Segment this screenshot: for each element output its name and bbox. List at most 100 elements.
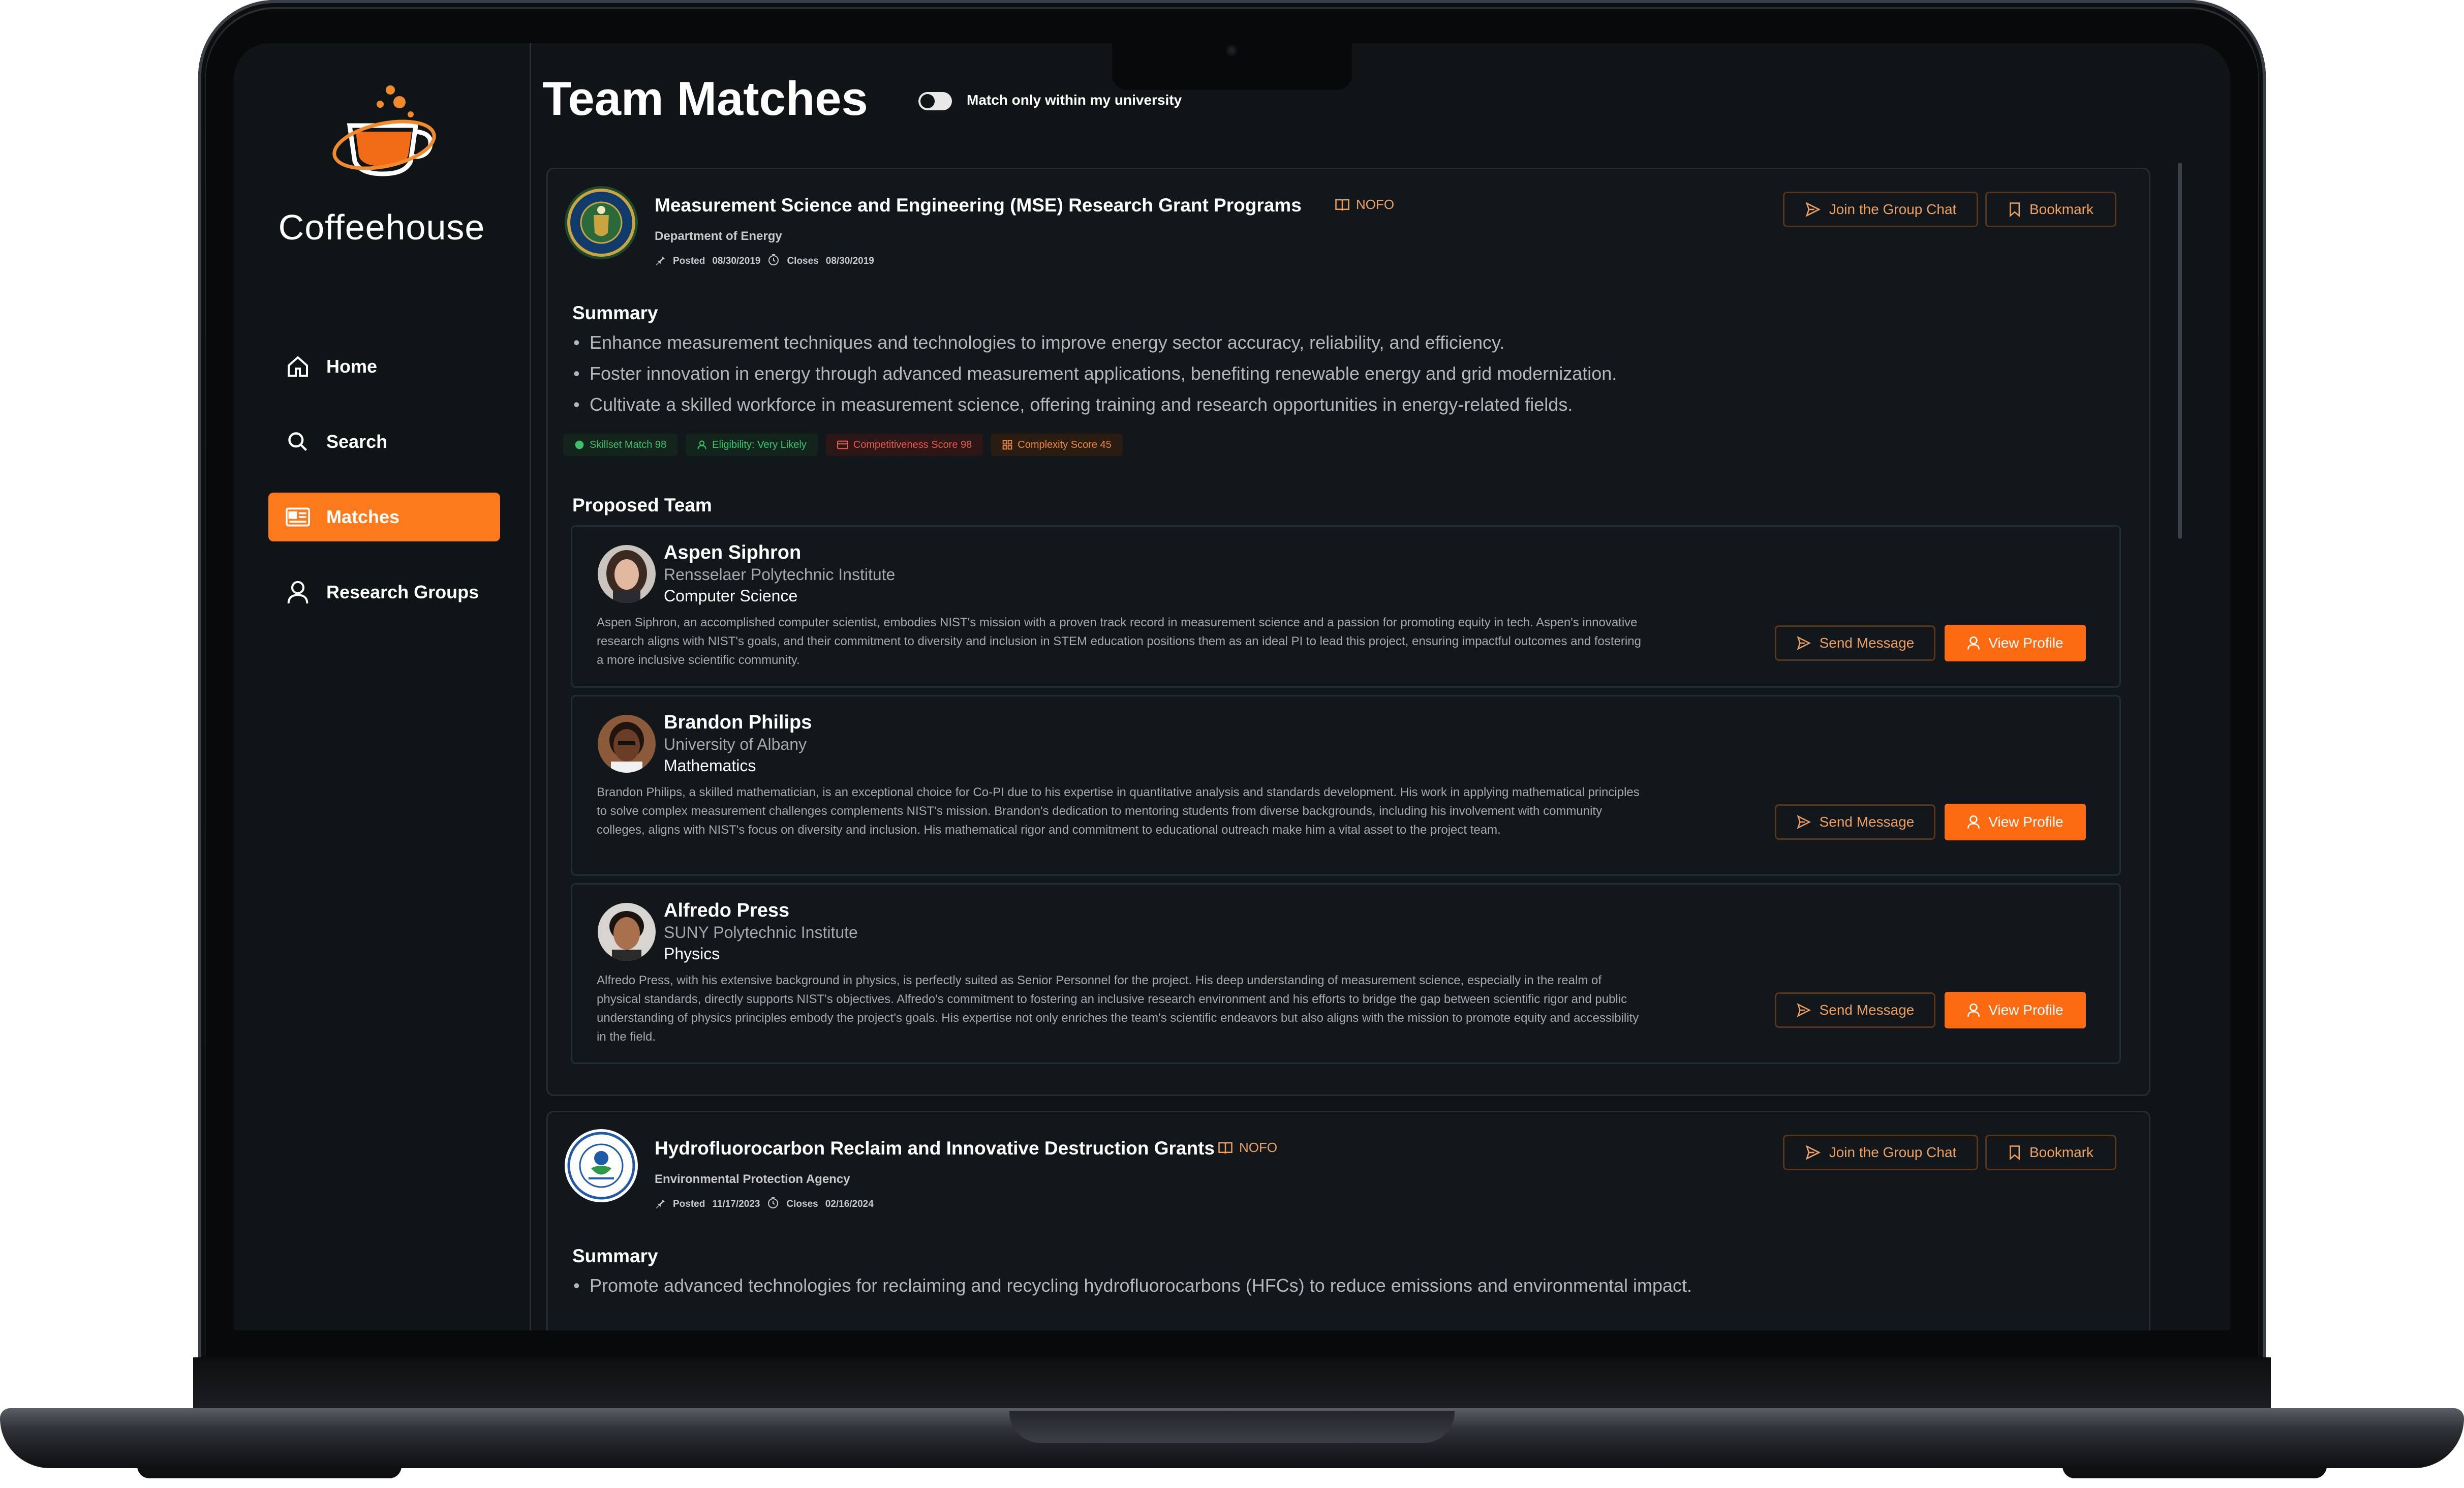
- send-icon: [1805, 202, 1821, 217]
- join-group-chat-button[interactable]: Join the Group Chat: [1783, 1135, 1978, 1170]
- matches-list: Measurement Science and Engineering (MSE…: [531, 165, 2198, 1330]
- view-profile-button[interactable]: View Profile: [1945, 992, 2086, 1028]
- brand-name: Coffeehouse: [278, 207, 485, 247]
- nofo-link[interactable]: NOFO: [1335, 197, 1394, 212]
- member-bio: Brandon Philips, a skilled mathematician…: [597, 785, 1640, 837]
- book-icon: [1218, 1142, 1233, 1153]
- view-profile-button[interactable]: View Profile: [1945, 804, 2086, 840]
- proposed-team-heading: Proposed Team: [572, 495, 712, 515]
- matches-icon: [284, 503, 312, 531]
- avatar: [598, 903, 656, 961]
- grant-title[interactable]: Hydrofluorocarbon Reclaim and Innovative…: [655, 1138, 1215, 1159]
- grid-icon: [1002, 440, 1012, 450]
- laptop-foot-right: [2062, 1466, 2327, 1478]
- pin-icon: [655, 254, 666, 268]
- bookmark-icon: [2009, 202, 2020, 217]
- member-name: Brandon Philips: [664, 712, 812, 733]
- team-member-card: Brandon Philips University of Albany Mat…: [571, 695, 2121, 876]
- summary-item: Foster innovation in energy through adva…: [573, 358, 1617, 389]
- sidebar: Coffeehouse Home Search Matches Research…: [234, 43, 531, 1330]
- eligibility-tag-label: Eligibility: Very Likely: [712, 439, 807, 450]
- send-message-button[interactable]: Send Message: [1775, 804, 1935, 840]
- posted-date: 11/17/2023: [712, 1199, 760, 1209]
- sidebar-item-label: Home: [326, 356, 378, 377]
- search-icon: [284, 428, 312, 456]
- clock-icon: [767, 1197, 779, 1212]
- nofo-label: NOFO: [1239, 1140, 1278, 1155]
- grant-dates: Posted 08/30/2019 Closes 08/30/2019: [655, 254, 874, 269]
- agency-name: Department of Energy: [655, 229, 782, 243]
- send-message-button[interactable]: Send Message: [1775, 992, 1935, 1028]
- sidebar-item-matches[interactable]: Matches: [268, 493, 500, 541]
- user-icon: [1967, 815, 1980, 829]
- sidebar-item-home[interactable]: Home: [268, 342, 500, 391]
- avatar: [598, 715, 656, 773]
- bookmark-button[interactable]: Bookmark: [1985, 192, 2116, 227]
- bookmark-button[interactable]: Bookmark: [1985, 1135, 2116, 1170]
- summary-list: Promote advanced technologies for reclai…: [573, 1270, 1692, 1301]
- university-toggle[interactable]: [918, 92, 952, 110]
- laptop-chin: [193, 1357, 2271, 1413]
- coffeehouse-logo: [332, 85, 436, 176]
- summary-heading: Summary: [572, 1246, 658, 1266]
- grant-dates: Posted 11/17/2023 Closes 02/16/2024: [655, 1197, 874, 1212]
- summary-item: Promote advanced technologies for reclai…: [573, 1270, 1692, 1301]
- send-icon: [1797, 815, 1811, 829]
- sidebar-item-search[interactable]: Search: [268, 417, 500, 466]
- closes-label: Closes: [786, 1199, 818, 1209]
- send-icon: [1805, 1145, 1821, 1160]
- page-title: Team Matches: [542, 72, 868, 125]
- avatar: [598, 545, 656, 603]
- summary-item: Enhance measurement techniques and techn…: [573, 327, 1617, 358]
- competitiveness-tag-label: Competitiveness Score 98: [853, 439, 972, 450]
- nofo-link[interactable]: NOFO: [1218, 1140, 1277, 1156]
- join-group-chat-label: Join the Group Chat: [1829, 201, 1957, 217]
- epa-seal: [565, 1129, 638, 1202]
- laptop-opening-notch: [1009, 1411, 1455, 1443]
- sidebar-item-research-groups[interactable]: Research Groups: [268, 568, 500, 617]
- team-member-card: Alfredo Press SUNY Polytechnic Institute…: [571, 883, 2121, 1064]
- complexity-tag-label: Complexity Score 45: [1018, 439, 1112, 450]
- member-institution: SUNY Polytechnic Institute: [664, 923, 858, 942]
- posted-date: 08/30/2019: [712, 256, 761, 266]
- competitiveness-tag: Competitiveness Score 98: [825, 434, 983, 456]
- send-icon: [1797, 1003, 1811, 1017]
- member-institution: Rensselaer Polytechnic Institute: [664, 565, 896, 584]
- bookmark-label: Bookmark: [2029, 1144, 2094, 1160]
- bookmark-label: Bookmark: [2029, 201, 2094, 217]
- user-icon: [284, 578, 312, 606]
- view-profile-button[interactable]: View Profile: [1945, 625, 2086, 661]
- member-name: Aspen Siphron: [664, 542, 802, 563]
- clock-icon: [767, 254, 780, 269]
- closes-date: 08/30/2019: [825, 256, 874, 266]
- view-profile-label: View Profile: [1988, 814, 2063, 830]
- grant-title[interactable]: Measurement Science and Engineering (MSE…: [655, 195, 1302, 216]
- join-group-chat-label: Join the Group Chat: [1829, 1144, 1957, 1160]
- check-circle-icon: [575, 440, 584, 449]
- grant-card: Hydrofluorocarbon Reclaim and Innovative…: [546, 1111, 2150, 1330]
- university-toggle-label: Match only within my university: [967, 92, 1182, 108]
- member-bio: Aspen Siphron, an accomplished computer …: [597, 616, 1641, 667]
- team-member-card: Aspen Siphron Rensselaer Polytechnic Ins…: [571, 525, 2121, 688]
- closes-label: Closes: [787, 256, 819, 266]
- view-profile-label: View Profile: [1988, 1002, 2063, 1018]
- posted-label: Posted: [673, 1199, 705, 1209]
- summary-item: Cultivate a skilled workforce in measure…: [573, 389, 1617, 420]
- laptop-foot-left: [137, 1466, 402, 1478]
- send-message-button[interactable]: Send Message: [1775, 625, 1935, 661]
- pin-icon: [655, 1197, 666, 1211]
- agency-name: Environmental Protection Agency: [655, 1172, 850, 1186]
- member-department: Computer Science: [664, 587, 798, 605]
- join-group-chat-button[interactable]: Join the Group Chat: [1783, 192, 1978, 227]
- send-message-label: Send Message: [1819, 814, 1915, 830]
- sidebar-item-label: Matches: [326, 506, 400, 527]
- send-message-label: Send Message: [1819, 1002, 1915, 1018]
- send-message-label: Send Message: [1819, 635, 1915, 651]
- member-institution: University of Albany: [664, 735, 807, 753]
- book-icon: [1335, 199, 1349, 210]
- closes-date: 02/16/2024: [825, 1199, 874, 1209]
- member-department: Physics: [664, 945, 720, 963]
- eligibility-tag: Eligibility: Very Likely: [686, 434, 818, 456]
- department-of-energy-seal: [565, 186, 638, 259]
- person-icon: [697, 440, 706, 449]
